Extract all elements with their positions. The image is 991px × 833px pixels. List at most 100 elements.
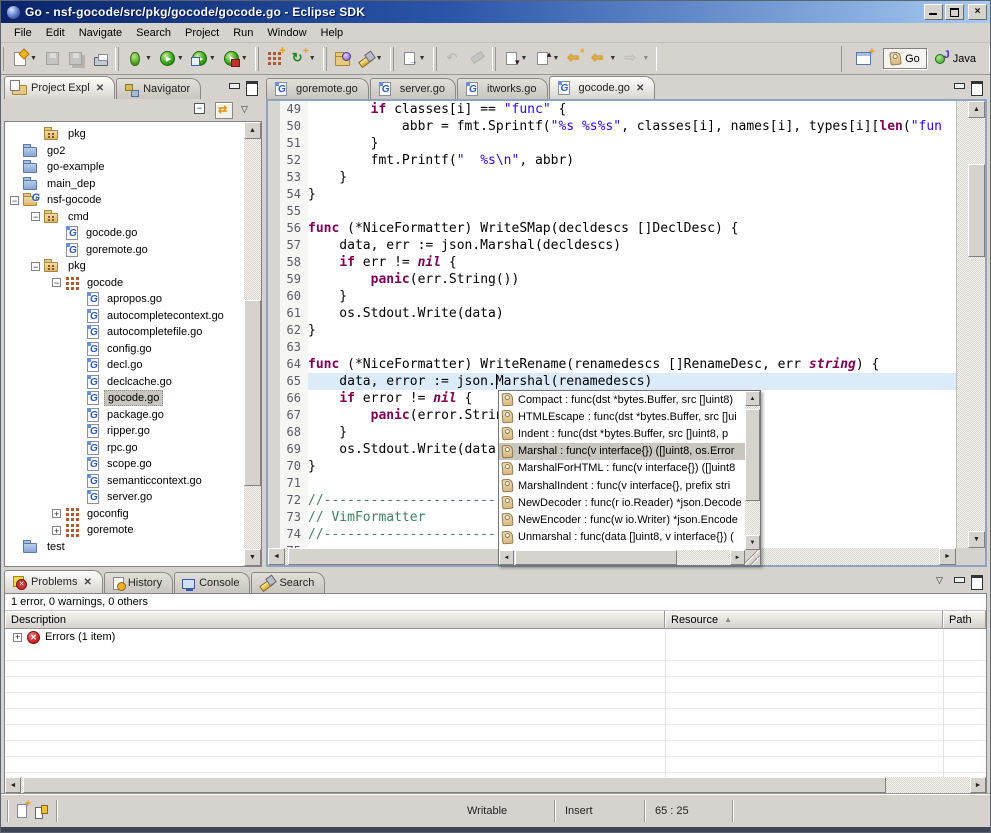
- tree-item-semanticcontext.go[interactable]: semanticcontext.go: [5, 473, 244, 490]
- autocomplete-item[interactable]: Unmarshal : func(data []uint8, v interfa…: [499, 529, 745, 546]
- run-button[interactable]: ▼: [156, 48, 188, 69]
- popup-vertical-scrollbar[interactable]: ▲ ▼: [745, 391, 760, 550]
- tree-item-goconfig[interactable]: goconfig: [5, 506, 244, 523]
- next-annotation-button[interactable]: ▼: [398, 48, 430, 69]
- scroll-thumb[interactable]: [23, 777, 886, 793]
- scroll-down-button[interactable]: ▼: [745, 535, 760, 550]
- popup-horizontal-scrollbar[interactable]: ◄ ►: [499, 550, 760, 565]
- autocomplete-item[interactable]: HTMLEscape : func(dst *bytes.Buffer, src…: [499, 408, 745, 425]
- tree-item-gocode.go[interactable]: gocode.go: [5, 390, 244, 407]
- overview-ruler[interactable]: [956, 101, 968, 548]
- tree-item-pkg[interactable]: pkg: [5, 258, 244, 275]
- tree-item-rpc.go[interactable]: rpc.go: [5, 440, 244, 457]
- column-header-description[interactable]: Description: [5, 611, 665, 629]
- tree-item-declcache.go[interactable]: declcache.go: [5, 374, 244, 391]
- autocomplete-item[interactable]: MarshalForHTML : func(v interface{}) ([]…: [499, 460, 745, 477]
- minimize-view-icon[interactable]: [952, 81, 966, 93]
- popup-resize-grip[interactable]: [745, 550, 760, 565]
- debug-button[interactable]: ▼: [123, 48, 156, 70]
- tree-item-go2[interactable]: go2: [5, 143, 244, 160]
- menu-item-window[interactable]: Window: [260, 25, 313, 41]
- perspective-button-java[interactable]: Java: [929, 48, 982, 69]
- scroll-thumb[interactable]: [745, 409, 760, 501]
- dropdown-arrow-icon[interactable]: ▼: [609, 55, 616, 62]
- dropdown-arrow-icon[interactable]: ▼: [376, 55, 383, 62]
- navigate-up-button[interactable]: ▼: [531, 48, 563, 69]
- scroll-right-button[interactable]: ►: [730, 550, 745, 565]
- window-minimize-button[interactable]: [924, 4, 943, 20]
- minimize-view-icon[interactable]: [227, 81, 241, 93]
- editor-tab-gocode.go[interactable]: gocode.go✕: [549, 76, 656, 99]
- tree-item-pkg[interactable]: pkg: [5, 126, 244, 143]
- tree-item-config.go[interactable]: config.go: [5, 341, 244, 358]
- scroll-right-button[interactable]: ►: [939, 548, 956, 565]
- collapse-expander-icon[interactable]: [52, 278, 61, 287]
- dropdown-arrow-icon[interactable]: ▼: [521, 55, 528, 62]
- maximize-view-icon[interactable]: [244, 81, 258, 93]
- scroll-thumb[interactable]: [968, 164, 985, 258]
- dropdown-arrow-icon[interactable]: ▼: [145, 55, 152, 62]
- expand-expander-icon[interactable]: [52, 526, 61, 535]
- tree-item-ripper.go[interactable]: ripper.go: [5, 423, 244, 440]
- new-wizard-button[interactable]: ▼: [8, 48, 41, 70]
- last-edit-button[interactable]: [563, 48, 587, 70]
- scroll-left-button[interactable]: ◄: [268, 548, 285, 565]
- menu-item-help[interactable]: Help: [314, 25, 351, 41]
- tree-item-goremote.go[interactable]: goremote.go: [5, 242, 244, 259]
- problems-row[interactable]: Errors (1 item): [5, 629, 986, 645]
- autocomplete-item[interactable]: Compact : func(dst *bytes.Buffer, src []…: [499, 391, 745, 408]
- dropdown-arrow-icon[interactable]: ▼: [419, 55, 426, 62]
- scroll-up-button[interactable]: ▲: [968, 101, 985, 118]
- title-bar[interactable]: Go - nsf-gocode/src/pkg/gocode/gocode.go…: [1, 1, 990, 23]
- scroll-left-button[interactable]: ◄: [5, 777, 21, 793]
- back-button[interactable]: ▼: [587, 48, 620, 70]
- editor-tab-itworks.go[interactable]: itworks.go: [457, 78, 548, 99]
- expand-icon[interactable]: [13, 633, 22, 642]
- link-with-editor-icon[interactable]: [215, 102, 233, 119]
- expand-expander-icon[interactable]: [52, 509, 61, 518]
- external-tools-button[interactable]: ▼: [220, 48, 252, 69]
- menu-item-edit[interactable]: Edit: [39, 25, 72, 41]
- window-maximize-button[interactable]: [945, 4, 964, 20]
- editor-tab-server.go[interactable]: server.go: [370, 78, 456, 99]
- dropdown-arrow-icon[interactable]: ▼: [552, 55, 559, 62]
- scroll-down-button[interactable]: ▼: [968, 531, 985, 548]
- maximize-view-icon[interactable]: [969, 81, 983, 93]
- tree-item-decl.go[interactable]: decl.go: [5, 357, 244, 374]
- dropdown-arrow-icon[interactable]: ▼: [642, 55, 649, 62]
- editor-tab-goremote.go[interactable]: goremote.go: [266, 78, 369, 99]
- tree-item-gocode.go[interactable]: gocode.go: [5, 225, 244, 242]
- tree-item-autocompletecontext.go[interactable]: autocompletecontext.go: [5, 308, 244, 325]
- perspective-button-go[interactable]: Go: [883, 48, 927, 69]
- column-header-path[interactable]: Path: [943, 611, 986, 629]
- scroll-thumb[interactable]: [244, 300, 261, 486]
- show-in-button[interactable]: ▼: [500, 48, 532, 69]
- dropdown-arrow-icon[interactable]: ▼: [30, 55, 37, 62]
- tab-close-icon[interactable]: ✕: [83, 577, 91, 588]
- minimize-view-icon[interactable]: [952, 575, 966, 587]
- explorer-vertical-scrollbar[interactable]: ▲ ▼: [244, 122, 261, 566]
- annotation-navigation-icon[interactable]: [35, 805, 48, 818]
- go-install-button[interactable]: ▼: [287, 48, 320, 70]
- view-tab-history[interactable]: History: [104, 572, 173, 593]
- scroll-up-button[interactable]: ▲: [745, 391, 760, 406]
- view-tab-search[interactable]: Search: [251, 572, 325, 593]
- tree-item-scope.go[interactable]: scope.go: [5, 456, 244, 473]
- collapse-expander-icon[interactable]: [10, 196, 19, 205]
- explorer-view-menu-icon[interactable]: [238, 102, 256, 119]
- window-close-button[interactable]: ×: [968, 4, 987, 20]
- dropdown-arrow-icon[interactable]: ▼: [241, 55, 248, 62]
- menu-item-file[interactable]: File: [7, 25, 39, 41]
- tree-item-test[interactable]: test: [5, 539, 244, 556]
- print-button[interactable]: [90, 49, 112, 69]
- maximize-view-icon[interactable]: [969, 575, 983, 587]
- view-tab-project-expl[interactable]: Project Expl✕: [4, 76, 115, 99]
- dropdown-arrow-icon[interactable]: ▼: [177, 55, 184, 62]
- collapse-expander-icon[interactable]: [31, 262, 40, 271]
- menu-item-search[interactable]: Search: [129, 25, 178, 41]
- view-tab-problems[interactable]: Problems✕: [4, 570, 103, 593]
- tab-close-icon[interactable]: ✕: [636, 83, 644, 94]
- tree-item-nsf-gocode[interactable]: nsf-gocode: [5, 192, 244, 209]
- new-go-package-button[interactable]: [263, 48, 287, 70]
- tree-item-apropos.go[interactable]: apropos.go: [5, 291, 244, 308]
